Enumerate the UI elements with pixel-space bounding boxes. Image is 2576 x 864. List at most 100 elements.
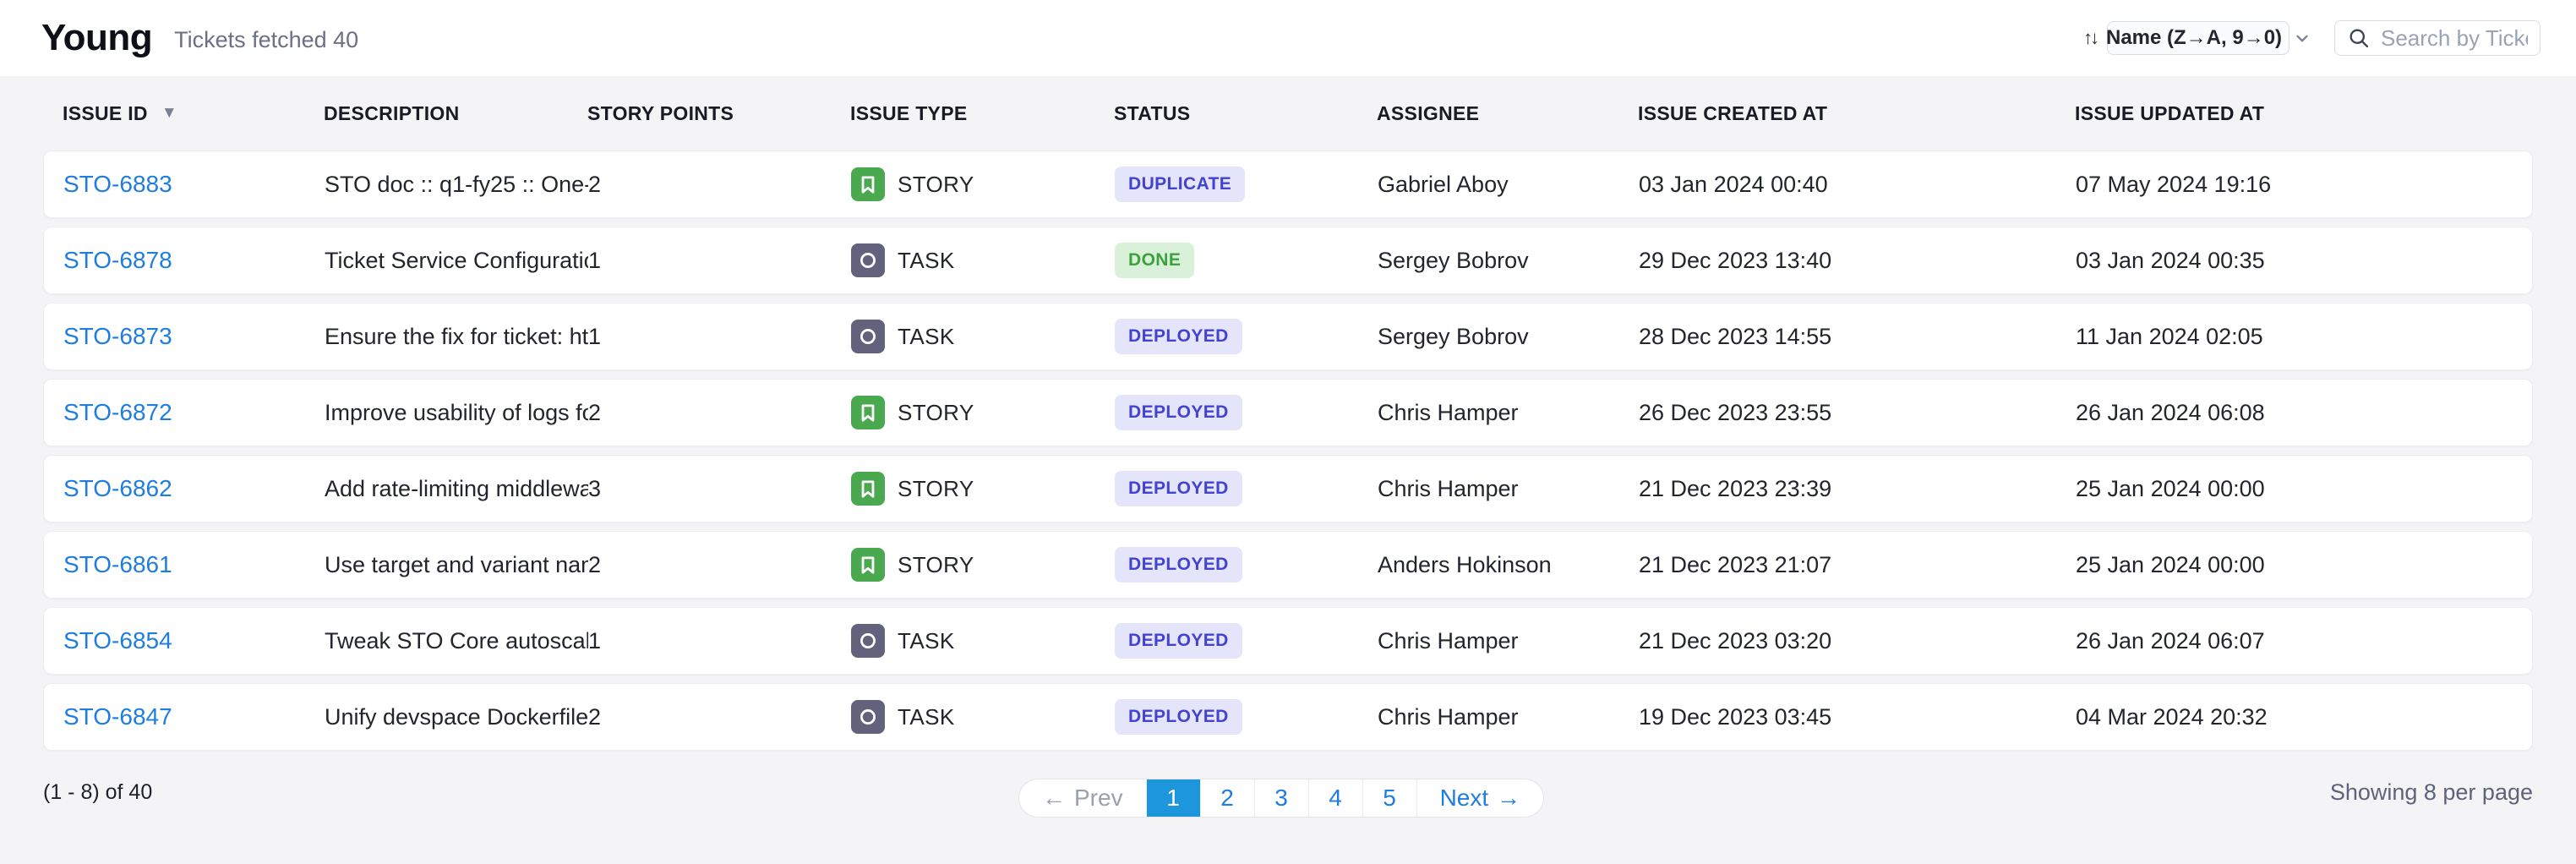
search-input[interactable] [2381,25,2528,52]
status-badge: DONE [1115,243,1194,278]
status-badge: DEPLOYED [1115,319,1242,354]
column-header-issue-type: ISSUE TYPE [850,102,1114,125]
assignee-cell: Chris Hamper [1378,704,1639,730]
page-title: Young [41,17,152,59]
story-points-cell: 2 [588,552,851,578]
page-button-1[interactable]: 1 [1146,779,1200,817]
description-cell: Ticket Service Configuration [325,248,588,274]
issue-type-cell: TASK [851,624,1115,658]
updated-at-cell: 25 Jan 2024 00:00 [2076,552,2532,578]
assignee-cell: Chris Hamper [1378,400,1639,426]
assignee-cell: Chris Hamper [1378,628,1639,654]
task-icon [851,320,885,353]
sort-dropdown[interactable]: ↑↓ Name (Z→A, 9→0) [2107,21,2289,55]
description-cell: STO doc :: q1-fy25 :: One-click e... [325,172,588,198]
assignee-cell: Sergey Bobrov [1378,324,1639,350]
page-button-4[interactable]: 4 [1308,779,1362,817]
column-header-description: DESCRIPTION [324,102,587,125]
status-badge: DEPLOYED [1115,699,1242,735]
status-badge: DEPLOYED [1115,471,1242,506]
page-button-3[interactable]: 3 [1254,779,1308,817]
prev-page-button[interactable]: ← Prev [1019,779,1146,817]
table-row[interactable]: STO-6847 Unify devspace Dockerfile build… [43,683,2533,751]
task-icon [851,624,885,658]
created-at-cell: 26 Dec 2023 23:55 [1639,400,2076,426]
issue-type-label: TASK [898,248,955,274]
table-row[interactable]: STO-6862 Add rate-limiting middleware to… [43,455,2533,522]
updated-at-cell: 26 Jan 2024 06:07 [2076,628,2532,654]
issue-type-label: STORY [898,552,974,578]
description-cell: Ensure the fix for ticket: https://h... [325,324,588,350]
updated-at-cell: 03 Jan 2024 00:35 [2076,248,2532,274]
column-header-status: STATUS [1114,102,1377,125]
issue-type-label: STORY [898,172,974,198]
updated-at-cell: 07 May 2024 19:16 [2076,172,2532,198]
issue-id-link[interactable]: STO-6847 [63,703,325,730]
assignee-cell: Anders Hokinson [1378,552,1639,578]
table-row[interactable]: STO-6883 STO doc :: q1-fy25 :: One-click… [43,150,2533,218]
created-at-cell: 03 Jan 2024 00:40 [1639,172,2076,198]
story-icon [851,167,885,201]
status-cell: DONE [1115,243,1378,278]
description-cell: Use target and variant name sear... [325,552,588,578]
issue-id-link[interactable]: STO-6872 [63,399,325,426]
issue-type-cell: TASK [851,700,1115,734]
story-points-cell: 3 [588,476,851,502]
status-badge: DEPLOYED [1115,547,1242,582]
assignee-cell: Sergey Bobrov [1378,248,1639,274]
description-cell: Add rate-limiting middleware to S... [325,476,588,502]
status-cell: DEPLOYED [1115,471,1378,506]
description-cell: Unify devspace Dockerfile build [325,704,588,730]
created-at-cell: 19 Dec 2023 03:45 [1639,704,2076,730]
status-cell: DUPLICATE [1115,167,1378,202]
story-points-cell: 2 [588,172,851,198]
issue-id-link[interactable]: STO-6883 [63,171,325,198]
issue-type-label: TASK [898,628,955,654]
story-points-cell: 1 [588,324,851,350]
updated-at-cell: 26 Jan 2024 06:08 [2076,400,2532,426]
result-range-label: (1 - 8) of 40 [43,780,152,805]
table-row[interactable]: STO-6878 Ticket Service Configuration 1 … [43,227,2533,294]
story-points-cell: 2 [588,400,851,426]
status-cell: DEPLOYED [1115,319,1378,354]
arrow-left-icon: ← [1042,785,1066,812]
issue-id-link[interactable]: STO-6861 [63,551,325,578]
issue-id-link[interactable]: STO-6862 [63,475,325,502]
issue-type-label: TASK [898,704,955,730]
sort-arrows-icon: ↑↓ [2083,27,2097,49]
created-at-cell: 21 Dec 2023 23:39 [1639,476,2076,502]
page-button-2[interactable]: 2 [1200,779,1254,817]
table-row[interactable]: STO-6872 Improve usability of logs for f… [43,379,2533,446]
search-box[interactable] [2334,20,2541,56]
updated-at-cell: 11 Jan 2024 02:05 [2076,324,2532,350]
issue-type-cell: STORY [851,396,1115,429]
issue-id-link[interactable]: STO-6873 [63,323,325,350]
issue-type-label: STORY [898,400,974,426]
arrow-right-icon: → [1497,785,1520,812]
top-bar: Young Tickets fetched 40 ↑↓ Name (Z→A, 9… [0,0,2576,76]
task-icon [851,243,885,277]
status-badge: DEPLOYED [1115,623,1242,659]
table-row[interactable]: STO-6861 Use target and variant name sea… [43,531,2533,599]
page-button-5[interactable]: 5 [1362,779,1416,817]
column-header-issue-created-at: ISSUE CREATED AT [1638,102,2075,125]
table-row[interactable]: STO-6854 Tweak STO Core autoscaling par.… [43,607,2533,675]
story-points-cell: 1 [588,628,851,654]
description-cell: Tweak STO Core autoscaling par... [325,628,588,654]
table-row[interactable]: STO-6873 Ensure the fix for ticket: http… [43,303,2533,370]
column-header-issue-id[interactable]: ISSUE ID ▼ [63,102,324,125]
column-header-story-points: STORY POINTS [587,102,850,125]
issue-id-link[interactable]: STO-6878 [63,247,325,274]
issue-id-link[interactable]: STO-6854 [63,627,325,654]
issue-type-cell: TASK [851,320,1115,353]
issue-type-cell: STORY [851,167,1115,201]
tickets-fetched-label: Tickets fetched 40 [174,27,358,53]
created-at-cell: 29 Dec 2023 13:40 [1639,248,2076,274]
topbar-controls: ↑↓ Name (Z→A, 9→0) [2107,20,2541,56]
next-page-button[interactable]: Next → [1416,779,1544,817]
sort-caret-down-icon: ▼ [161,104,177,123]
created-at-cell: 21 Dec 2023 03:20 [1639,628,2076,654]
story-icon [851,472,885,506]
issue-type-cell: STORY [851,472,1115,506]
issue-type-cell: TASK [851,243,1115,277]
